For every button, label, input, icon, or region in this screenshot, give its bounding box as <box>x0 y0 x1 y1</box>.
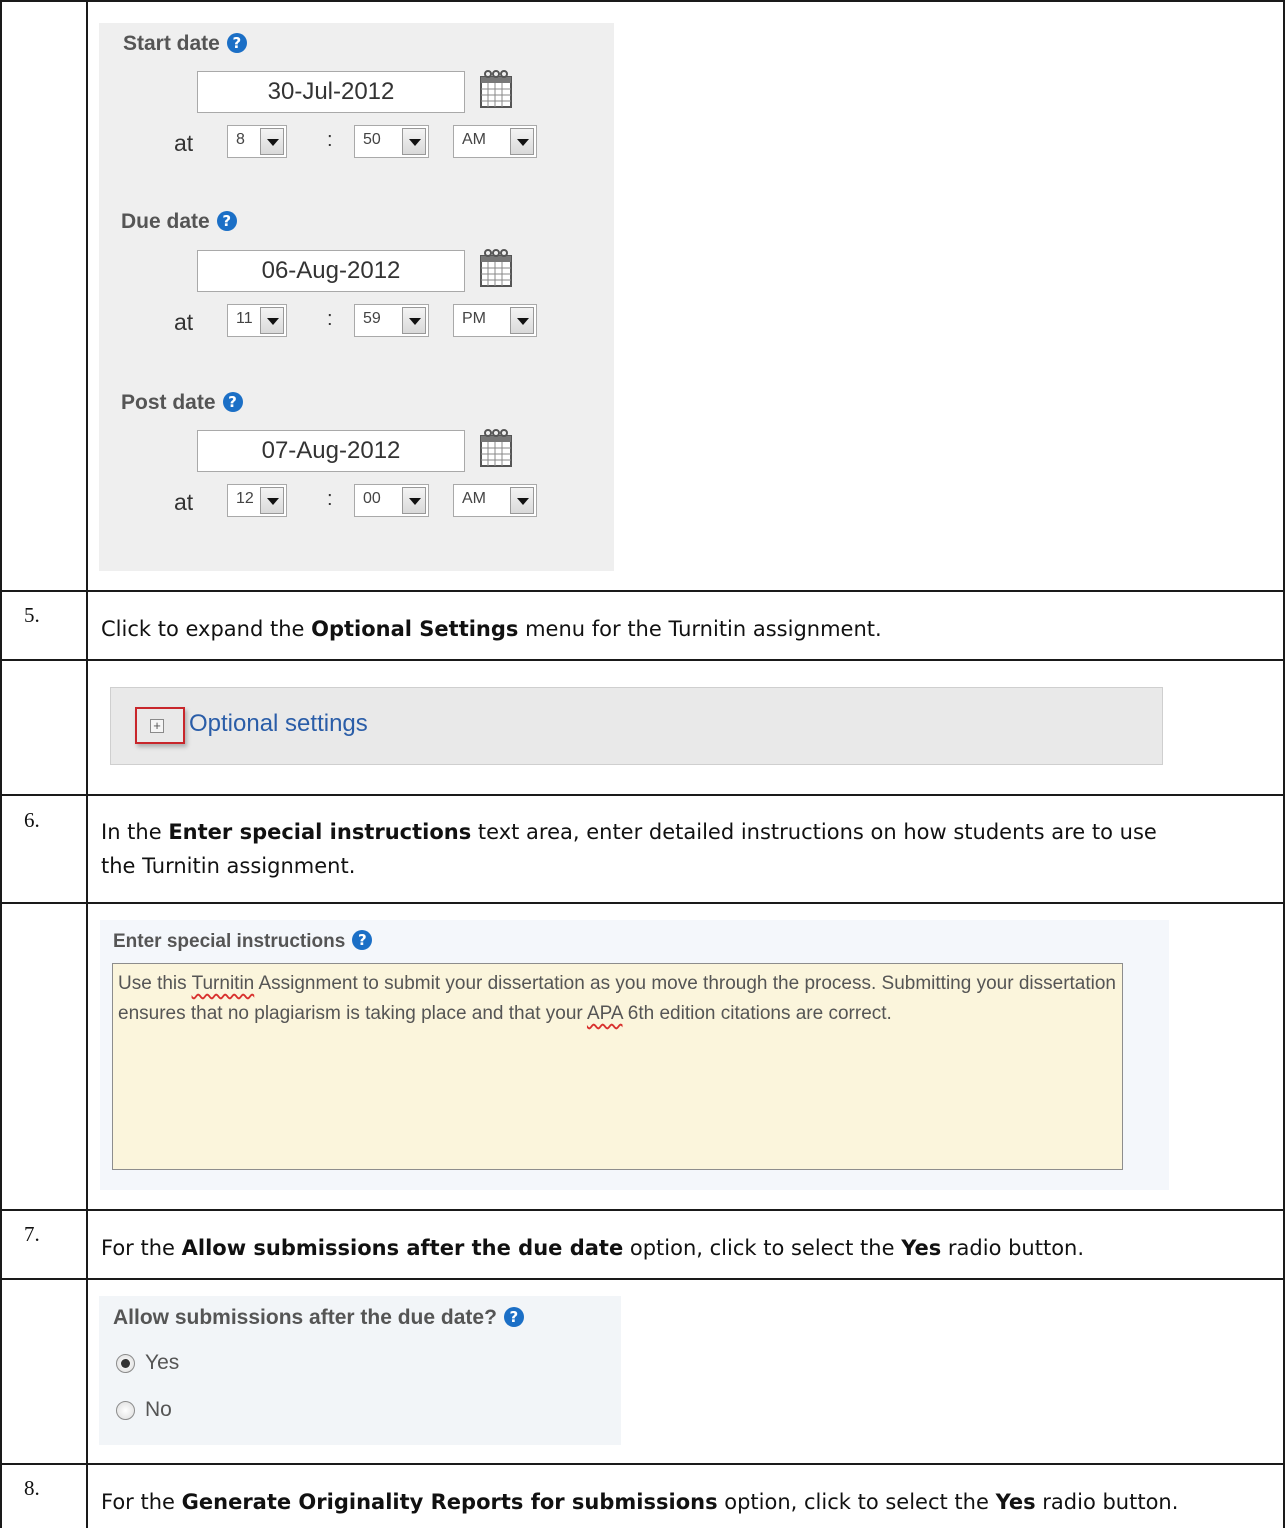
select-value: 11 <box>236 310 253 327</box>
help-icon[interactable]: ? <box>216 211 237 231</box>
col-divider <box>86 0 88 1528</box>
start-date-label: Start date? <box>123 32 247 56</box>
calendar-icon[interactable] <box>479 248 513 288</box>
dropdown-arrow-icon <box>260 307 284 334</box>
allow-late-submissions-panel: Allow submissions after the due date?? Y… <box>99 1296 621 1445</box>
due-hour-select[interactable]: 11 <box>227 304 287 337</box>
post-date-input[interactable]: 07-Aug-2012 <box>197 430 465 472</box>
step-instruction: In the Enter special instructions text a… <box>101 820 1157 878</box>
dropdown-arrow-icon <box>402 307 426 334</box>
dropdown-arrow-icon <box>260 128 284 155</box>
calendar-icon[interactable] <box>479 428 513 468</box>
special-instructions-textarea[interactable]: Use this Turnitin Assignment to submit y… <box>112 963 1123 1170</box>
radio-no[interactable] <box>116 1401 135 1420</box>
due-minute-select[interactable]: 59 <box>354 304 429 337</box>
dropdown-arrow-icon <box>510 307 534 334</box>
step-number: 7. <box>24 1222 40 1246</box>
optional-settings-bar[interactable]: + Optional settings <box>110 687 1163 765</box>
post-ampm-select[interactable]: AM <box>453 484 537 517</box>
row-divider <box>0 1209 1285 1211</box>
expand-highlight: + <box>135 707 185 744</box>
select-value: 50 <box>363 131 381 148</box>
dropdown-arrow-icon <box>260 487 284 514</box>
due-date-input[interactable]: 06-Aug-2012 <box>197 250 465 292</box>
row-divider <box>0 590 1285 592</box>
radio-yes-label[interactable]: Yes <box>145 1351 179 1375</box>
radio-no-label[interactable]: No <box>145 1398 172 1422</box>
row-divider <box>0 659 1285 661</box>
step-instruction: For the Allow submissions after the due … <box>101 1236 1085 1260</box>
dropdown-arrow-icon <box>402 487 426 514</box>
row-divider <box>0 1278 1285 1280</box>
select-value: AM <box>462 490 486 507</box>
at-label: at <box>174 489 194 515</box>
row-divider <box>0 0 1285 2</box>
select-value: 12 <box>236 490 254 507</box>
help-icon[interactable]: ? <box>222 392 243 412</box>
special-instructions-label: Enter special instructions? <box>113 930 373 953</box>
select-value: PM <box>462 310 486 327</box>
step-instruction: Click to expand the Optional Settings me… <box>101 617 882 641</box>
row-divider <box>0 902 1285 904</box>
radio-yes[interactable] <box>116 1354 135 1373</box>
at-label: at <box>174 130 194 156</box>
dropdown-arrow-icon <box>402 128 426 155</box>
select-value: 59 <box>363 310 381 327</box>
start-minute-select[interactable]: 50 <box>354 125 429 158</box>
help-icon[interactable]: ? <box>226 33 247 53</box>
select-value: AM <box>462 131 486 148</box>
step-number: 8. <box>24 1476 40 1500</box>
col-divider <box>0 0 2 1528</box>
start-ampm-select[interactable]: AM <box>453 125 537 158</box>
help-icon[interactable]: ? <box>503 1307 524 1327</box>
step-instruction: For the Generate Originality Reports for… <box>101 1490 1179 1514</box>
date-settings-panel: Start date? 30-Jul-2012 at 8 : 50 AM Due… <box>99 23 614 571</box>
due-ampm-select[interactable]: PM <box>453 304 537 337</box>
step-number: 6. <box>24 808 40 832</box>
time-separator: : <box>327 488 333 510</box>
at-label: at <box>174 309 194 335</box>
expand-plus-icon[interactable]: + <box>150 719 164 733</box>
start-hour-select[interactable]: 8 <box>227 125 287 158</box>
special-instructions-panel: Enter special instructions? Use this Tur… <box>100 920 1169 1190</box>
select-value: 8 <box>236 131 245 148</box>
dropdown-arrow-icon <box>510 487 534 514</box>
row-divider <box>0 794 1285 796</box>
time-separator: : <box>327 129 333 151</box>
row-divider <box>0 1463 1285 1465</box>
step-number: 5. <box>24 603 40 627</box>
help-icon[interactable]: ? <box>352 930 373 950</box>
time-separator: : <box>327 308 333 330</box>
due-date-label: Due date? <box>121 210 237 234</box>
select-value: 00 <box>363 490 381 507</box>
dropdown-arrow-icon <box>510 128 534 155</box>
post-hour-select[interactable]: 12 <box>227 484 287 517</box>
allow-late-label: Allow submissions after the due date?? <box>113 1306 524 1330</box>
optional-settings-link[interactable]: Optional settings <box>189 710 368 738</box>
post-date-label: Post date? <box>121 391 243 415</box>
post-minute-select[interactable]: 00 <box>354 484 429 517</box>
start-date-input[interactable]: 30-Jul-2012 <box>197 71 465 113</box>
calendar-icon[interactable] <box>479 69 513 109</box>
